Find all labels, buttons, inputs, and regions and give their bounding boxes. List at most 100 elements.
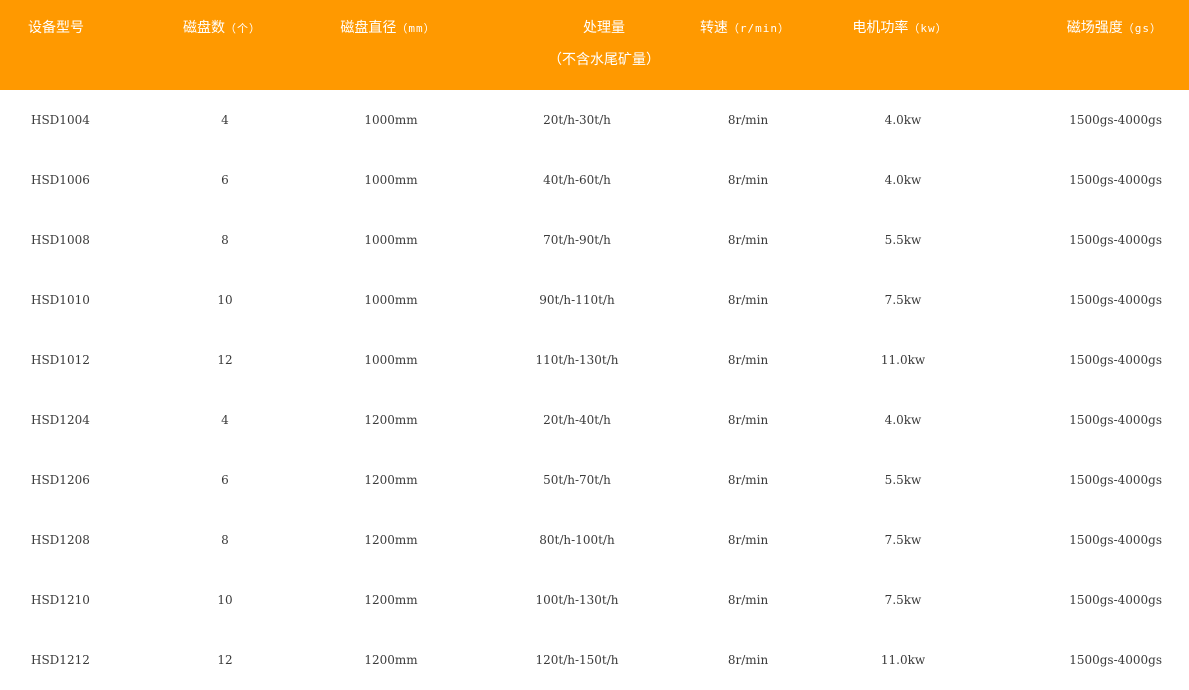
header-disc-count: 磁盘数（个） [183,18,261,39]
cell-field-strength: 1500gs-4000gs [1069,473,1162,487]
header-model-label: 设备型号 [28,20,84,36]
header-motor-power-unit: （kw） [908,22,948,35]
cell-speed: 8r/min [727,533,769,547]
cell-capacity: 120t/h-150t/h [535,653,619,667]
header-capacity-label: 处理量 [583,20,625,36]
cell-model: HSD1206 [31,473,90,487]
cell-disc-diameter: 1200mm [364,593,418,607]
cell-disc-diameter: 1200mm [364,473,418,487]
cell-field-strength: 1500gs-4000gs [1069,413,1162,427]
header-speed: 转速（r/min） [700,18,790,39]
cell-motor-power: 11.0kw [880,653,926,667]
cell-model: HSD1008 [31,233,90,247]
table-header-row: 设备型号 磁盘数（个） 磁盘直径（mm） 处理量 （不含水尾矿量） 转速（r/m… [0,0,1189,90]
table-row: HSD1004 4 1000mm 20t/h-30t/h 8r/min 4.0k… [0,90,1189,150]
cell-motor-power: 5.5kw [884,473,922,487]
cell-capacity: 20t/h-40t/h [543,413,611,427]
cell-motor-power: 7.5kw [884,533,922,547]
cell-capacity: 50t/h-70t/h [543,473,611,487]
header-motor-power-label: 电机功率 [852,20,909,36]
cell-speed: 8r/min [727,593,769,607]
cell-model: HSD1004 [31,113,90,127]
cell-disc-count: 4 [221,413,229,427]
cell-disc-count: 8 [221,533,229,547]
cell-field-strength: 1500gs-4000gs [1069,173,1162,187]
cell-capacity: 110t/h-130t/h [535,353,619,367]
cell-motor-power: 11.0kw [880,353,926,367]
cell-disc-diameter: 1000mm [364,173,418,187]
cell-speed: 8r/min [727,173,769,187]
cell-model: HSD1210 [31,593,90,607]
header-disc-diameter-label: 磁盘直径 [340,20,397,36]
cell-disc-diameter: 1200mm [364,533,418,547]
cell-disc-count: 12 [217,653,233,667]
cell-motor-power: 5.5kw [884,233,922,247]
cell-field-strength: 1500gs-4000gs [1069,113,1162,127]
cell-motor-power: 7.5kw [884,593,922,607]
cell-capacity: 70t/h-90t/h [543,233,611,247]
cell-disc-diameter: 1000mm [364,233,418,247]
cell-field-strength: 1500gs-4000gs [1069,533,1162,547]
cell-model: HSD1012 [31,353,90,367]
cell-disc-diameter: 1200mm [364,413,418,427]
cell-disc-diameter: 1000mm [364,353,418,367]
cell-model: HSD1006 [31,173,90,187]
table-row: HSD1206 6 1200mm 50t/h-70t/h 8r/min 5.5k… [0,450,1189,510]
header-disc-diameter-unit: （mm） [396,22,436,35]
cell-disc-diameter: 1200mm [364,653,418,667]
cell-motor-power: 4.0kw [884,173,922,187]
header-disc-count-unit: （个） [225,22,261,35]
cell-disc-count: 10 [217,293,233,307]
header-disc-count-label: 磁盘数 [183,20,225,36]
cell-speed: 8r/min [727,233,769,247]
cell-capacity: 100t/h-130t/h [535,593,619,607]
cell-capacity: 20t/h-30t/h [543,113,611,127]
cell-model: HSD1212 [31,653,90,667]
cell-model: HSD1204 [31,413,90,427]
cell-speed: 8r/min [727,473,769,487]
cell-disc-count: 12 [217,353,233,367]
table-row: HSD1008 8 1000mm 70t/h-90t/h 8r/min 5.5k… [0,210,1189,270]
cell-speed: 8r/min [727,293,769,307]
cell-disc-diameter: 1000mm [364,113,418,127]
cell-capacity: 40t/h-60t/h [543,173,611,187]
cell-capacity: 80t/h-100t/h [539,533,615,547]
table-row: HSD1212 12 1200mm 120t/h-150t/h 8r/min 1… [0,630,1189,690]
header-model: 设备型号 [28,18,84,38]
cell-model: HSD1010 [31,293,90,307]
cell-field-strength: 1500gs-4000gs [1069,233,1162,247]
table-row: HSD1010 10 1000mm 90t/h-110t/h 8r/min 7.… [0,270,1189,330]
cell-field-strength: 1500gs-4000gs [1069,293,1162,307]
table-row: HSD1210 10 1200mm 100t/h-130t/h 8r/min 7… [0,570,1189,630]
cell-speed: 8r/min [727,413,769,427]
cell-disc-count: 6 [221,173,229,187]
header-speed-label: 转速 [699,20,728,36]
header-field-strength: 磁场强度（gs） [1067,18,1162,39]
cell-field-strength: 1500gs-4000gs [1069,593,1162,607]
table-row: HSD1208 8 1200mm 80t/h-100t/h 8r/min 7.5… [0,510,1189,570]
cell-model: HSD1208 [31,533,90,547]
cell-field-strength: 1500gs-4000gs [1069,353,1162,367]
spec-table: 设备型号 磁盘数（个） 磁盘直径（mm） 处理量 （不含水尾矿量） 转速（r/m… [0,0,1189,682]
cell-speed: 8r/min [727,353,769,367]
header-capacity: 处理量 （不含水尾矿量） [548,18,660,70]
cell-motor-power: 4.0kw [884,413,922,427]
header-capacity-note: （不含水尾矿量） [548,52,660,68]
table-row: HSD1006 6 1000mm 40t/h-60t/h 8r/min 4.0k… [0,150,1189,210]
cell-speed: 8r/min [727,113,769,127]
cell-motor-power: 4.0kw [884,113,922,127]
cell-disc-count: 6 [221,473,229,487]
cell-speed: 8r/min [727,653,769,667]
header-disc-diameter: 磁盘直径（mm） [340,18,435,39]
cell-capacity: 90t/h-110t/h [539,293,615,307]
cell-disc-count: 10 [217,593,233,607]
table-row: HSD1204 4 1200mm 20t/h-40t/h 8r/min 4.0k… [0,390,1189,450]
cell-field-strength: 1500gs-4000gs [1069,653,1162,667]
cell-disc-count: 4 [221,113,229,127]
header-field-strength-unit: （gs） [1122,22,1162,35]
header-motor-power: 电机功率（kw） [852,18,947,39]
cell-disc-diameter: 1000mm [364,293,418,307]
header-speed-unit: （r/min） [727,22,791,35]
table-row: HSD1012 12 1000mm 110t/h-130t/h 8r/min 1… [0,330,1189,390]
header-field-strength-label: 磁场强度 [1066,20,1123,36]
